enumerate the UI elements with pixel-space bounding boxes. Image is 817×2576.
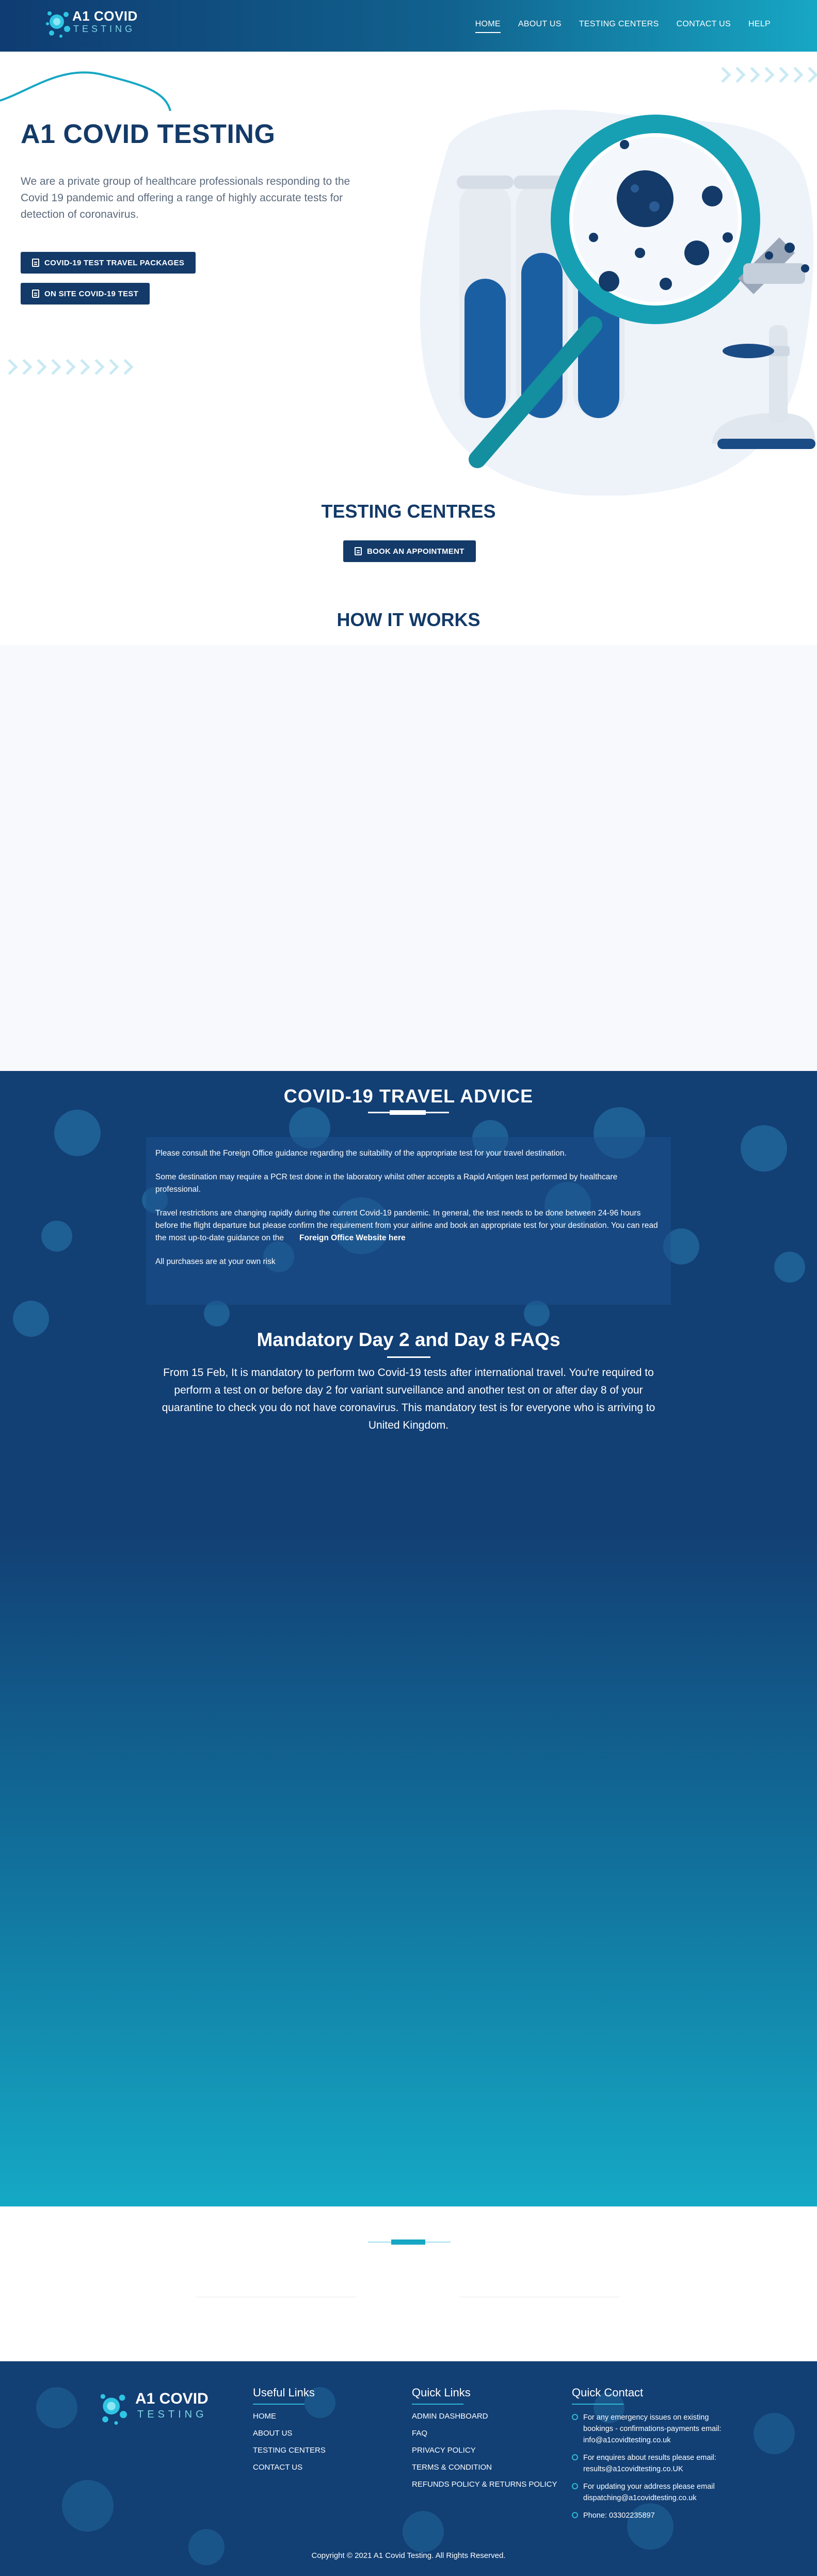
decorative-chevrons-top: [715, 67, 817, 83]
hero-section: A1 COVID TESTING We are a private group …: [0, 52, 817, 495]
virus-logo-icon: [46, 11, 70, 38]
advice-paragraph-3-text: Travel restrictions are changing rapidly…: [155, 1209, 658, 1242]
footer-link-testing-centers[interactable]: TESTING CENTERS: [253, 2446, 326, 2455]
footer-link-refunds-policy[interactable]: REFUNDS POLICY & RETURNS POLICY: [412, 2480, 557, 2489]
advice-paragraph-4: All purchases are at your own risk: [155, 1257, 276, 1266]
quick-links-column: Quick Links ADMIN DASHBOARD FAQ PRIVACY …: [412, 2386, 557, 2497]
advice-paragraph-3: Travel restrictions are changing rapidly…: [155, 1207, 662, 1244]
brand-tagline: TESTING: [73, 24, 136, 34]
footer-link-terms[interactable]: TERMS & CONDITION: [412, 2463, 557, 2472]
useful-links-divider: [253, 2404, 305, 2405]
envelope-icon: [572, 2414, 578, 2420]
travel-advice-section: COVID-19 TRAVEL ADVICE Please consult th…: [0, 1071, 817, 2206]
quick-contact-column: Quick Contact For any emergency issues o…: [572, 2386, 727, 2527]
useful-links-column: Useful Links HOME ABOUT US TESTING CENTE…: [253, 2386, 326, 2480]
useful-links-title: Useful Links: [253, 2386, 315, 2399]
nav-about-us[interactable]: ABOUT US: [518, 20, 562, 33]
brand-logo[interactable]: A1 COVID TESTING: [45, 6, 149, 44]
decorative-chevrons-left: [2, 359, 134, 375]
footer-brand-name: A1 COVID: [135, 2390, 209, 2407]
onsite-test-button[interactable]: ON SITE COVID-19 TEST: [21, 283, 150, 305]
advice-paragraph-1: Please consult the Foreign Office guidan…: [155, 1149, 567, 1158]
hero-title: A1 COVID TESTING: [21, 119, 276, 149]
foreign-office-link[interactable]: Foreign Office Website here: [299, 1234, 406, 1242]
advice-paragraph-2: Some destination may require a PCR test …: [155, 1173, 618, 1194]
envelope-icon: [572, 2483, 578, 2489]
travel-packages-button[interactable]: COVID-19 TEST TRAVEL PACKAGES: [21, 252, 196, 274]
contact-item-emergency-text[interactable]: For any emergency issues on existing boo…: [583, 2413, 722, 2444]
footer-link-admin-dashboard[interactable]: ADMIN DASHBOARD: [412, 2412, 557, 2421]
virus-logo-icon: [100, 2394, 127, 2425]
contact-item-dispatching: For updating your address please email d…: [572, 2481, 727, 2504]
quick-links-title: Quick Links: [412, 2386, 471, 2399]
building-icon: [355, 547, 362, 555]
contact-item-dispatching-text[interactable]: For updating your address please email d…: [583, 2483, 715, 2502]
site-footer: A1 COVID TESTING Useful Links HOME ABOUT…: [0, 2361, 817, 2576]
decorative-wave: [0, 71, 171, 111]
copyright-text: Copyright © 2021 A1 Covid Testing. All R…: [311, 2551, 506, 2560]
contact-item-phone: Phone: 03302235897: [572, 2510, 727, 2521]
phone-icon: [572, 2512, 578, 2518]
footer-link-contact-us[interactable]: CONTACT US: [253, 2463, 326, 2472]
footer-brand-tagline: TESTING: [137, 2409, 207, 2420]
lab-illustration: [420, 109, 815, 495]
how-it-works-area: [0, 645, 817, 1071]
main-nav: HOME ABOUT US TESTING CENTERS CONTACT US…: [475, 20, 771, 33]
faq-title: Mandatory Day 2 and Day 8 FAQs: [257, 1329, 560, 1350]
travel-advice-box: Please consult the Foreign Office guidan…: [146, 1137, 671, 1305]
contact-item-results: For enquires about results please email:…: [572, 2452, 727, 2475]
contact-item-phone-text[interactable]: Phone: 03302235897: [583, 2511, 655, 2520]
footer-link-faq[interactable]: FAQ: [412, 2429, 557, 2438]
testing-centres-title: TESTING CENTRES: [321, 501, 496, 522]
book-appointment-button[interactable]: BOOK AN APPOINTMENT: [343, 540, 476, 562]
onsite-test-label: ON SITE COVID-19 TEST: [44, 289, 139, 298]
nav-contact-us[interactable]: CONTACT US: [676, 20, 731, 33]
nav-testing-centers[interactable]: TESTING CENTERS: [579, 20, 659, 33]
how-it-works-title: HOW IT WORKS: [337, 609, 480, 630]
footer-link-home[interactable]: HOME: [253, 2412, 326, 2421]
envelope-icon: [572, 2454, 578, 2460]
building-icon: [32, 259, 39, 267]
quick-contact-title: Quick Contact: [572, 2386, 644, 2399]
quick-contact-divider: [572, 2404, 623, 2405]
section-divider-accent: [391, 2239, 425, 2245]
contact-item-results-text[interactable]: For enquires about results please email:…: [583, 2454, 716, 2473]
faq-divider: [387, 1356, 430, 1358]
footer-logo[interactable]: A1 COVID TESTING: [98, 2387, 212, 2434]
travel-packages-label: COVID-19 TEST TRAVEL PACKAGES: [44, 258, 185, 267]
travel-advice-title: COVID-19 TRAVEL ADVICE: [283, 1085, 534, 1107]
nav-help[interactable]: HELP: [748, 20, 771, 33]
book-appointment-label: BOOK AN APPOINTMENT: [367, 547, 464, 556]
footer-link-privacy-policy[interactable]: PRIVACY POLICY: [412, 2446, 557, 2455]
site-header: A1 COVID TESTING HOME ABOUT US TESTING C…: [0, 0, 817, 52]
faq-text: From 15 Feb, It is mandatory to perform …: [162, 1367, 655, 1431]
quick-links-divider: [412, 2404, 463, 2405]
title-divider-accent: [390, 1110, 426, 1115]
contact-item-emergency: For any emergency issues on existing boo…: [572, 2412, 727, 2446]
nav-home[interactable]: HOME: [475, 20, 501, 33]
footer-link-about-us[interactable]: ABOUT US: [253, 2429, 326, 2438]
building-icon: [32, 290, 39, 298]
hero-description: We are a private group of healthcare pro…: [21, 175, 350, 220]
brand-name: A1 COVID: [72, 8, 138, 24]
